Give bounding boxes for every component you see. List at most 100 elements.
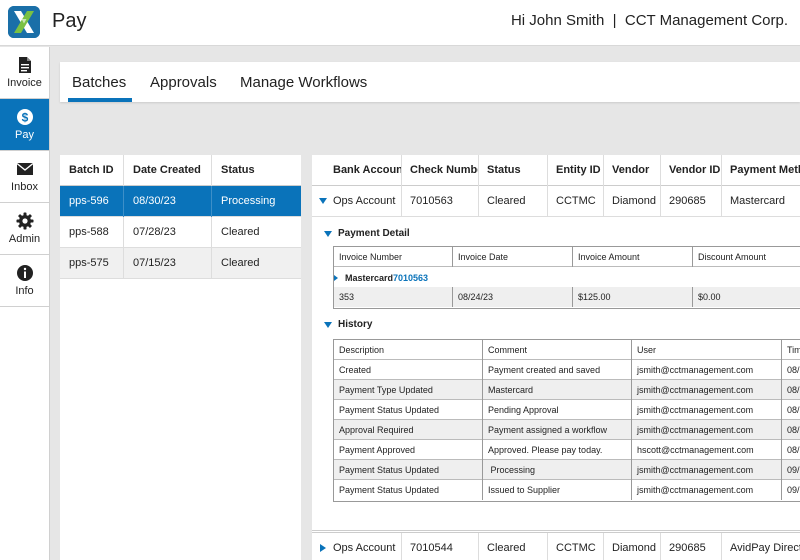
sidebar-item-label: Info [15,285,34,297]
tab-approvals[interactable]: Approvals [150,62,217,102]
payment-method: Mastercard [730,195,786,207]
history-table: Description Comment User Tim Created Pay… [333,339,800,502]
column-header[interactable]: Status [212,155,301,186]
column-header[interactable]: Payment Method [722,155,800,186]
column-header: Discount Amount [693,247,800,267]
invoice-number: 353 [334,287,453,307]
sidebar-item-inbox[interactable]: Inbox [0,151,49,203]
table-row[interactable]: pps-588 07/28/23 Cleared [60,217,301,248]
sidebar-item-label: Inbox [11,181,38,193]
history-description: Payment Status Updated [334,480,483,500]
table-row[interactable]: Payment Status Updated Pending Approval … [334,400,800,420]
payment-status: Cleared [479,533,548,560]
table-row[interactable]: Payment Status Updated Issued to Supplie… [334,480,800,500]
history-user: jsmith@cctmanagement.com [632,420,782,440]
table-row[interactable]: Approval Required Payment assigned a wor… [334,420,800,440]
column-header[interactable]: Status [479,155,548,186]
column-header: Invoice Date [453,247,573,267]
date-created: 07/15/23 [124,248,212,279]
collapse-caret-icon [324,322,332,328]
entity-id: CCTMC [548,533,604,560]
history-user: hscott@cctmanagement.com [632,440,782,460]
batch-status: Cleared [221,226,260,238]
history-user: jsmith@cctmanagement.com [632,480,782,500]
vendor: Diamond [604,533,661,560]
history-user: jsmith@cctmanagement.com [632,460,782,480]
table-header: Invoice Number Invoice Date Invoice Amou… [334,247,800,267]
column-header[interactable]: Bank Account [312,155,402,186]
invoice-amount: $125.00 [573,287,693,307]
payments-table: Bank Account Check Number Status Entity … [312,155,800,560]
history-user: jsmith@cctmanagement.com [632,360,782,380]
history-description: Payment Type Updated [334,380,483,400]
history-time: 08/ [787,365,800,375]
sidebar-item-admin[interactable]: Admin [0,203,49,255]
column-header: Comment [483,340,632,360]
check-number: 7010563 [402,186,479,217]
table-row[interactable]: pps-596 08/30/23 Processing [60,186,301,217]
column-header[interactable]: Date Created [124,155,212,186]
check-number-link[interactable]: 7010563 [393,273,428,283]
payment-method: AvidPay Direct [730,542,800,554]
history-comment: Payment assigned a workflow [483,420,632,440]
vendor: Diamond [604,186,661,217]
history-time: 08/ [787,425,800,435]
column-header: Invoice Number [334,247,453,267]
table-row[interactable]: Payment Approved Approved. Please pay to… [334,440,800,460]
table-header: Batch ID Date Created Status [60,155,301,186]
payment-detail-title[interactable]: Payment Detail [324,228,410,239]
history-title[interactable]: History [324,319,372,330]
history-comment: Pending Approval [483,400,632,420]
column-header[interactable]: Vendor [604,155,661,186]
discount-amount: $0.00 [693,287,800,307]
tab-manage-workflows[interactable]: Manage Workflows [240,62,367,102]
expand-caret-icon [334,275,338,281]
table-row[interactable]: Created Payment created and saved jsmith… [334,360,800,380]
history-time: 08/ [787,385,800,395]
sidebar-item-invoice[interactable]: Invoice [0,47,49,99]
svg-text:$: $ [21,111,28,125]
column-header: Tim [787,345,800,355]
table-row[interactable]: pps-575 07/15/23 Cleared [60,248,301,279]
history-time: 08/ [787,405,800,415]
history-user: jsmith@cctmanagement.com [632,380,782,400]
bank-account: Ops Account [312,186,402,217]
sidebar-item-info[interactable]: Info [0,255,49,307]
history-comment: Approved. Please pay today. [483,440,632,460]
history-user: jsmith@cctmanagement.com [632,400,782,420]
column-header[interactable]: Check Number [402,155,479,186]
history-comment: Mastercard [483,380,632,400]
app-header: Pay Hi John Smith | CCT Management Corp. [0,0,800,46]
app-logo-icon[interactable] [8,6,40,38]
history-comment: Processing [483,460,632,480]
sidebar-item-pay[interactable]: $ Pay [0,99,49,151]
dollar-icon: $ [16,109,33,125]
history-time: 09/ [787,485,800,495]
history-time: 08/ [787,445,800,455]
column-header[interactable]: Vendor ID [661,155,722,186]
column-header[interactable]: Batch ID [60,155,124,186]
info-icon [16,265,33,281]
history-comment: Issued to Supplier [483,480,632,500]
batch-id: pps-575 [60,248,124,279]
history-description: Approval Required [334,420,483,440]
envelope-icon [16,162,33,175]
date-created: 08/30/23 [124,186,212,217]
vendor-id: 290685 [661,186,722,217]
table-row[interactable]: Ops Account 7010544 Cleared CCTMC Diamon… [312,532,800,560]
column-header: Description [334,340,483,360]
date-created: 07/28/23 [124,217,212,248]
user-greeting: Hi John Smith | CCT Management Corp. [510,12,788,29]
table-header: Bank Account Check Number Status Entity … [312,155,800,186]
table-row[interactable]: Ops Account 7010563 Cleared CCTMC Diamon… [312,186,800,217]
tab-batches[interactable]: Batches [67,62,133,102]
payment-status: Cleared [479,186,548,217]
table-row[interactable]: Payment Type Updated Mastercard jsmith@c… [334,380,800,400]
column-header[interactable]: Entity ID [548,155,604,186]
payment-detail-panel: Payment Detail Invoice Number Invoice Da… [312,217,800,531]
table-row[interactable]: 353 08/24/23 $125.00 $0.00 [334,287,800,307]
table-row[interactable]: Payment Status Updated Processing jsmith… [334,460,800,480]
column-header: Invoice Amount [573,247,693,267]
collapse-caret-icon [324,231,332,237]
bank-account: Ops Account [312,533,402,560]
